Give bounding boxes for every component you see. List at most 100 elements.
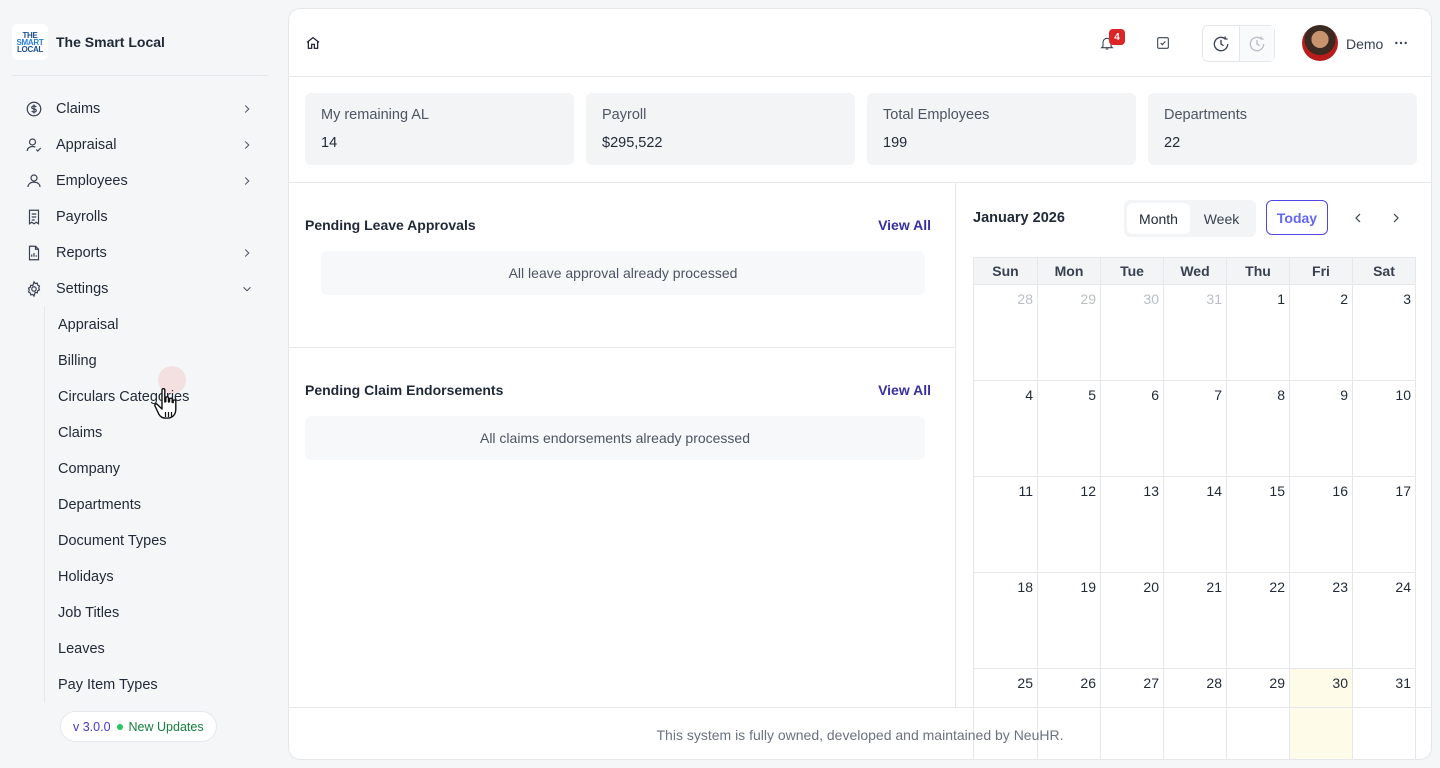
sidebar-item-label: Appraisal xyxy=(56,137,117,153)
sidebar-item-label: Payrolls xyxy=(56,209,108,225)
avatar[interactable] xyxy=(1302,25,1338,61)
today-button[interactable]: Today xyxy=(1266,200,1328,235)
calendar-day[interactable]: 20 xyxy=(1100,573,1163,668)
pending-claims-section: Pending Claim Endorsements View All xyxy=(305,382,931,400)
calendar: January 2026 Month Week Today Sun Mon Tu… xyxy=(957,183,1431,759)
clock-out-button[interactable] xyxy=(1238,26,1274,61)
settings-item-billing[interactable]: Billing xyxy=(45,343,264,379)
stat-value: 199 xyxy=(883,135,908,151)
settings-item-company[interactable]: Company xyxy=(45,451,264,487)
home-icon[interactable] xyxy=(305,35,321,51)
view-all-claims-link[interactable]: View All xyxy=(878,382,931,398)
claims-empty-state: All claims endorsements already processe… xyxy=(305,416,925,460)
calendar-day[interactable]: 5 xyxy=(1037,381,1100,476)
calendar-day[interactable]: 17 xyxy=(1352,477,1415,572)
pending-leave-section: Pending Leave Approvals View All xyxy=(305,217,931,235)
user-icon xyxy=(24,171,44,191)
topbar: 4 Demo xyxy=(289,9,1431,77)
stat-label: Departments xyxy=(1164,107,1248,123)
calendar-day[interactable]: 28 xyxy=(974,285,1037,380)
new-updates-label: New Updates xyxy=(128,719,204,734)
calendar-week-row: 11 12 13 14 15 16 17 xyxy=(974,476,1415,572)
weekday-header: Sun Mon Tue Wed Thu Fri Sat xyxy=(974,258,1415,284)
sidebar-item-label: Reports xyxy=(56,245,107,261)
version-badge[interactable]: v 3.0.0 New Updates xyxy=(60,711,217,742)
month-view-button[interactable]: Month xyxy=(1127,203,1190,234)
sidebar: THE SMART LOCAL The Smart Local Claims A… xyxy=(0,0,280,768)
weekday-label: Sun xyxy=(992,263,1019,279)
calendar-day[interactable]: 12 xyxy=(1037,477,1100,572)
calendar-day[interactable]: 30 xyxy=(1100,285,1163,380)
calendar-day[interactable]: 7 xyxy=(1163,381,1226,476)
brand[interactable]: THE SMART LOCAL The Smart Local xyxy=(12,24,165,60)
settings-item-pay-item-types[interactable]: Pay Item Types xyxy=(45,667,264,703)
calendar-day[interactable]: 19 xyxy=(1037,573,1100,668)
calendar-week-row: 4 5 6 7 8 9 10 xyxy=(974,380,1415,476)
week-view-button[interactable]: Week xyxy=(1190,203,1253,234)
chevron-left-icon[interactable] xyxy=(1350,210,1366,226)
settings-item-appraisal[interactable]: Appraisal xyxy=(45,307,264,343)
weekday-label: Tue xyxy=(1100,258,1163,284)
calendar-day[interactable]: 16 xyxy=(1289,477,1352,572)
stat-card-departments: Departments 22 xyxy=(1148,93,1417,165)
stat-card-remaining-al: My remaining AL 14 xyxy=(305,93,574,165)
calendar-day[interactable]: 21 xyxy=(1163,573,1226,668)
attendance-clock-group xyxy=(1202,25,1275,62)
settings-item-job-titles[interactable]: Job Titles xyxy=(45,595,264,631)
chevron-right-icon[interactable] xyxy=(1388,210,1404,226)
main-nav: Claims Appraisal Employees Payrolls Repo… xyxy=(24,91,264,307)
weekday-label: Mon xyxy=(1037,258,1100,284)
user-name[interactable]: Demo xyxy=(1346,36,1383,52)
stat-label: Payroll xyxy=(602,107,647,123)
sidebar-item-reports[interactable]: Reports xyxy=(24,235,264,271)
clock-in-button[interactable] xyxy=(1203,26,1239,61)
sidebar-item-appraisal[interactable]: Appraisal xyxy=(24,127,264,163)
settings-subnav: Appraisal Billing Circulars Categories C… xyxy=(44,307,264,703)
settings-item-departments[interactable]: Departments xyxy=(45,487,264,523)
update-dot-icon xyxy=(116,723,123,730)
calendar-day[interactable]: 24 xyxy=(1352,573,1415,668)
calendar-day[interactable]: 15 xyxy=(1226,477,1289,572)
settings-item-document-types[interactable]: Document Types xyxy=(45,523,264,559)
calendar-day[interactable]: 29 xyxy=(1037,285,1100,380)
calendar-day[interactable]: 31 xyxy=(1163,285,1226,380)
calendar-day[interactable]: 13 xyxy=(1100,477,1163,572)
sidebar-item-settings[interactable]: Settings xyxy=(24,271,264,307)
calendar-day[interactable]: 14 xyxy=(1163,477,1226,572)
sidebar-item-employees[interactable]: Employees xyxy=(24,163,264,199)
leave-empty-state: All leave approval already processed xyxy=(321,251,925,295)
calendar-day[interactable]: 18 xyxy=(974,573,1037,668)
divider xyxy=(12,75,268,76)
stat-card-payroll: Payroll $295,522 xyxy=(586,93,855,165)
calendar-day[interactable]: 10 xyxy=(1352,381,1415,476)
sidebar-item-label: Employees xyxy=(56,173,128,189)
sidebar-item-claims[interactable]: Claims xyxy=(24,91,264,127)
weekday-label: Wed xyxy=(1163,258,1226,284)
calendar-week-row: 18 19 20 21 22 23 24 xyxy=(974,572,1415,668)
view-all-leave-link[interactable]: View All xyxy=(878,217,931,233)
stat-card-total-employees: Total Employees 199 xyxy=(867,93,1136,165)
footer: This system is fully owned, developed an… xyxy=(289,707,1431,759)
calendar-day[interactable]: 22 xyxy=(1226,573,1289,668)
calendar-day[interactable]: 8 xyxy=(1226,381,1289,476)
sidebar-item-payrolls[interactable]: Payrolls xyxy=(24,199,264,235)
main-panel: 4 Demo My remaining AL 14 Payroll $295,5… xyxy=(288,8,1432,760)
calendar-title: January 2026 xyxy=(973,210,1065,226)
calendar-day[interactable]: 4 xyxy=(974,381,1037,476)
calendar-day[interactable]: 2 xyxy=(1289,285,1352,380)
settings-item-leaves[interactable]: Leaves xyxy=(45,631,264,667)
calendar-day[interactable]: 6 xyxy=(1100,381,1163,476)
chevron-right-icon xyxy=(240,102,254,116)
calendar-day[interactable]: 3 xyxy=(1352,285,1415,380)
calendar-day[interactable]: 1 xyxy=(1226,285,1289,380)
calendar-day[interactable]: 9 xyxy=(1289,381,1352,476)
calendar-day[interactable]: 23 xyxy=(1289,573,1352,668)
settings-item-holidays[interactable]: Holidays xyxy=(45,559,264,595)
chevron-down-icon xyxy=(240,282,254,296)
more-horizontal-icon[interactable] xyxy=(1393,35,1409,51)
calendar-day[interactable]: 11 xyxy=(974,477,1037,572)
stat-value: 14 xyxy=(321,135,338,151)
section-title: Pending Claim Endorsements xyxy=(305,382,504,398)
task-check-icon[interactable] xyxy=(1155,35,1171,51)
section-title: Pending Leave Approvals xyxy=(305,217,476,233)
